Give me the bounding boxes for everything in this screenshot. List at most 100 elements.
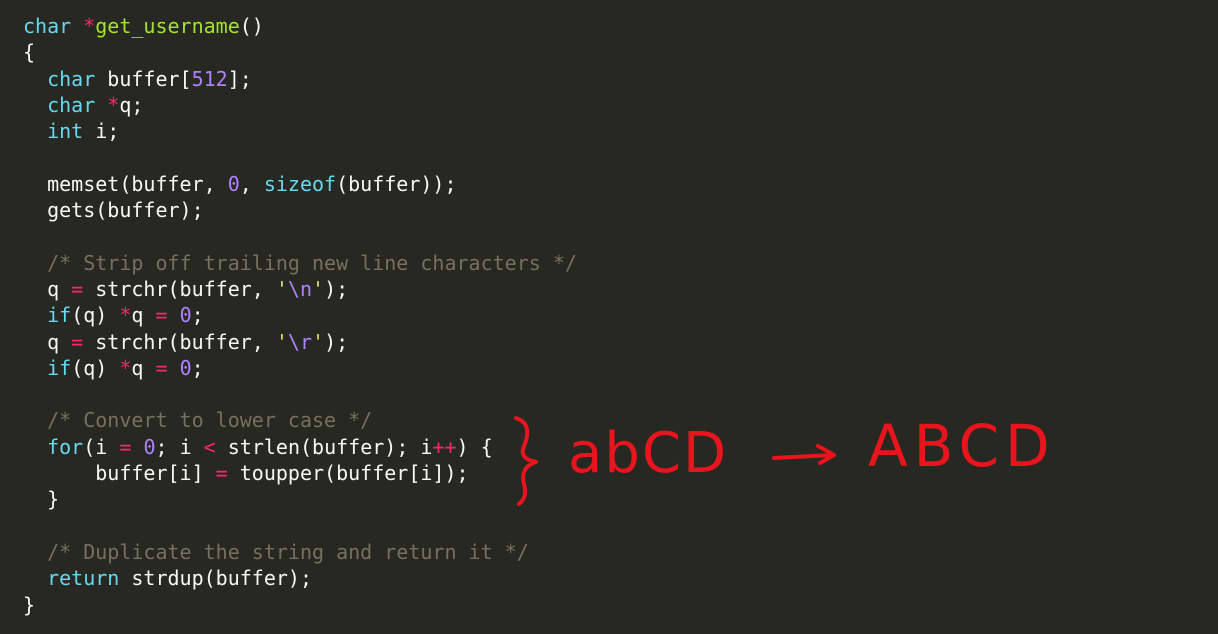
code-line: }	[23, 592, 577, 618]
code-token: *	[107, 92, 120, 117]
code-line: /* Convert to lower case */	[23, 407, 577, 433]
code-token: q	[23, 276, 72, 301]
code-token: \r	[287, 329, 313, 354]
before-text: abCD	[568, 421, 728, 486]
code-line: /* Strip off trailing new line character…	[23, 250, 577, 276]
code-line: if(q) *q = 0;	[23, 302, 577, 328]
code-line: gets(buffer);	[23, 197, 577, 223]
code-line: for(i = 0; i < strlen(buffer); i++) {	[23, 434, 577, 460]
code-token: (q)	[71, 355, 120, 380]
code-token: ) {	[456, 434, 493, 459]
arrow-mark	[772, 444, 836, 465]
code-token: q;	[119, 92, 144, 117]
code-token: '	[275, 276, 288, 301]
code-token: ;	[191, 303, 204, 328]
code-token: =	[71, 329, 84, 354]
code-token: );	[324, 329, 349, 354]
code-token: '	[312, 329, 325, 354]
code-token: (buffer));	[336, 171, 457, 196]
code-token: char	[47, 92, 96, 117]
code-token: ++	[432, 434, 457, 459]
code-token: return	[47, 566, 120, 591]
code-token: toupper(buffer[i]);	[227, 461, 469, 486]
code-token: buffer[i]	[23, 461, 216, 486]
code-line: char buffer[512];	[23, 66, 577, 92]
code-line: q = strchr(buffer, '\n');	[23, 276, 577, 302]
code-token: int	[47, 119, 84, 144]
code-token: 0	[179, 303, 192, 328]
code-token: }	[23, 592, 36, 617]
code-token: q	[131, 355, 156, 380]
code-token: =	[119, 434, 132, 459]
code-token: <	[203, 434, 216, 459]
code-token: *	[119, 355, 132, 380]
code-token: '	[312, 276, 325, 301]
code-token: char	[47, 66, 96, 91]
code-line: buffer[i] = toupper(buffer[i]);	[23, 460, 577, 486]
code-token: strchr(buffer,	[83, 276, 276, 301]
code-token: ,	[239, 171, 264, 196]
code-token: {	[23, 40, 36, 65]
code-line: {	[23, 39, 577, 65]
code-token: gets(buffer);	[23, 198, 204, 223]
after-text: ABCD	[868, 412, 1056, 480]
code-token: if	[47, 355, 72, 380]
code-line: /* Duplicate the string and return it */	[23, 539, 577, 565]
code-token: sizeof	[263, 171, 337, 196]
code-token: =	[155, 355, 168, 380]
code-line: return strdup(buffer);	[23, 565, 577, 591]
code-token: }	[23, 487, 60, 512]
code-token: ; i	[155, 434, 204, 459]
code-line: memset(buffer, 0, sizeof(buffer));	[23, 171, 577, 197]
code-token: );	[324, 276, 349, 301]
code-line: char *get_username()	[23, 13, 577, 39]
code-line: char *q;	[23, 92, 577, 118]
code-token: get_username	[95, 14, 240, 38]
code-token: strdup(buffer);	[119, 566, 312, 591]
code-line: int i;	[23, 118, 577, 144]
code-token: 0	[227, 171, 240, 196]
code-token: char	[23, 14, 72, 38]
code-token: if	[47, 303, 72, 328]
code-token: memset(buffer,	[23, 171, 228, 196]
code-editor: char *get_username(){ char buffer[512]; …	[0, 0, 1218, 634]
code-line: }	[23, 486, 577, 512]
code-token: '	[275, 329, 288, 354]
code-token: /* Strip off trailing new line character…	[47, 250, 577, 275]
code-token: for	[47, 434, 84, 459]
code-token: ];	[227, 66, 252, 91]
code-token: =	[215, 461, 228, 486]
code-token: strchr(buffer,	[83, 329, 276, 354]
code-token: /* Duplicate the string and return it */	[47, 539, 529, 564]
code-line: if(q) *q = 0;	[23, 355, 577, 381]
code-token: i;	[83, 119, 120, 144]
code-token: strlen(buffer); i	[215, 434, 433, 459]
code-token: /* Convert to lower case */	[47, 408, 373, 433]
code-token: =	[155, 303, 168, 328]
code-block: char *get_username(){ char buffer[512]; …	[23, 13, 577, 618]
code-token: q	[131, 303, 156, 328]
code-token: ;	[191, 355, 204, 380]
code-token: (q)	[71, 303, 120, 328]
code-token: ()	[239, 14, 264, 38]
code-token: 0	[179, 355, 192, 380]
code-token: 512	[191, 66, 228, 91]
code-token: \n	[287, 276, 313, 301]
